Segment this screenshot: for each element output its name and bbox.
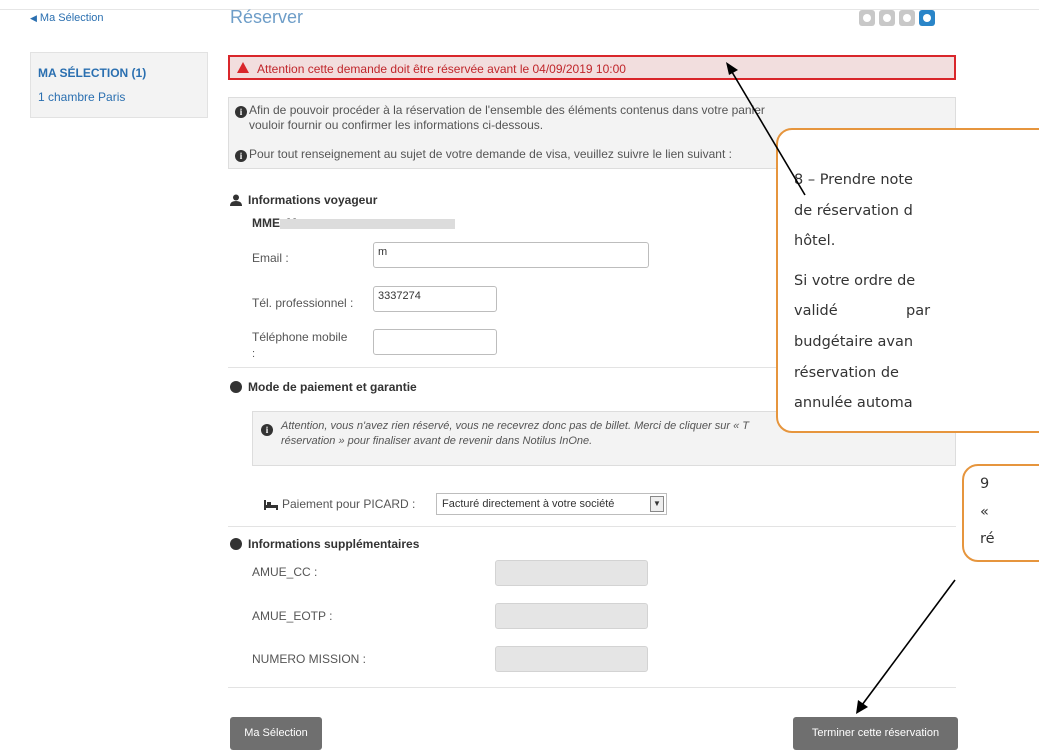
annotation-arrows: [726, 62, 956, 714]
